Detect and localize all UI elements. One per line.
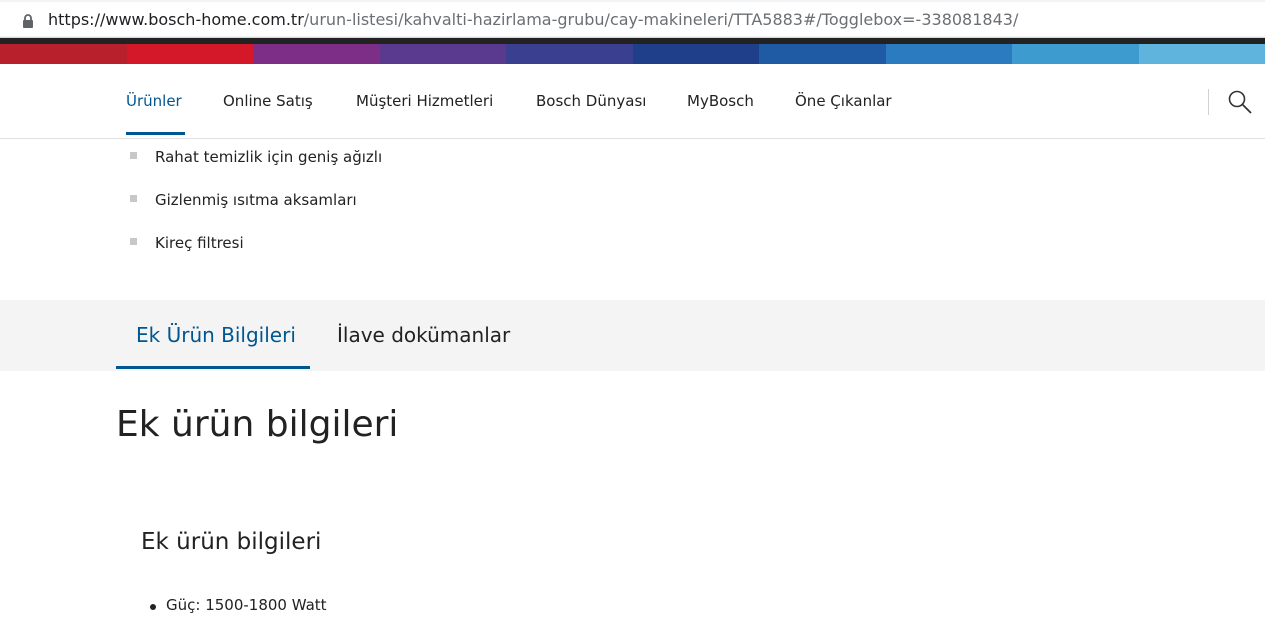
tab-active-indicator [116, 366, 310, 369]
url-host: https://www.bosch-home.com.tr [48, 10, 304, 29]
brand-color-strip [0, 44, 1265, 64]
brand-color-segment [1138, 44, 1265, 64]
brand-color-segment [126, 44, 253, 64]
browser-address-bar: https://www.bosch-home.com.tr/urun-liste… [0, 0, 1265, 38]
brand-color-segment [759, 44, 886, 64]
section-title: Ek ürün bilgileri [116, 404, 399, 445]
brand-color-segment [632, 44, 759, 64]
brand-color-segment [253, 44, 380, 64]
product-tabs: Ek Ürün Bilgileri İlave dokümanlar [0, 300, 1265, 371]
section-subtitle: Ek ürün bilgileri [141, 529, 322, 555]
url-path: /urun-listesi/kahvalti-hazirlama-grubu/c… [303, 10, 1019, 29]
nav-item-online-satis[interactable]: Online Satış [223, 64, 313, 138]
nav-item-mybosch[interactable]: MyBosch [687, 64, 754, 138]
nav-item-musteri-hizmetleri[interactable]: Müşteri Hizmetleri [356, 64, 493, 138]
feature-item: Rahat temizlik için geniş ağızlı [130, 148, 382, 166]
feature-item: Gizlenmiş ısıtma aksamları [130, 191, 357, 209]
url-text[interactable]: https://www.bosch-home.com.tr/urun-liste… [48, 10, 1018, 30]
tab-ilave-dokumanlar[interactable]: İlave dokümanlar [337, 300, 510, 371]
feature-text: Rahat temizlik için geniş ağızlı [155, 148, 383, 166]
nav-item-one-cikanlar[interactable]: Öne Çıkanlar [795, 64, 892, 138]
search-icon[interactable] [1226, 88, 1254, 116]
main-navigation: Ürünler Online Satış Müşteri Hizmetleri … [0, 64, 1265, 139]
brand-color-segment [0, 44, 127, 64]
bullet-square-icon [130, 152, 137, 159]
bullet-square-icon [130, 238, 137, 245]
nav-item-urunler[interactable]: Ürünler [126, 64, 182, 138]
feature-item: Kireç filtresi [130, 234, 244, 252]
url-field[interactable]: https://www.bosch-home.com.tr/urun-liste… [0, 2, 1265, 36]
brand-color-segment [1012, 44, 1139, 64]
nav-active-indicator [126, 132, 185, 135]
bullet-square-icon [130, 195, 137, 202]
list-item: Güç: 1500-1800 Watt [150, 596, 327, 620]
nav-divider [1208, 89, 1209, 115]
nav-item-bosch-dunyasi[interactable]: Bosch Dünyası [536, 64, 646, 138]
brand-color-segment [379, 44, 506, 64]
spec-list: Güç: 1500-1800 Watt [150, 596, 327, 620]
lock-icon [23, 14, 33, 28]
brand-color-segment [885, 44, 1012, 64]
tab-ek-urun-bilgileri[interactable]: Ek Ürün Bilgileri [136, 300, 296, 371]
feature-text: Gizlenmiş ısıtma aksamları [155, 191, 357, 209]
feature-text: Kireç filtresi [155, 234, 244, 252]
brand-color-segment [506, 44, 633, 64]
